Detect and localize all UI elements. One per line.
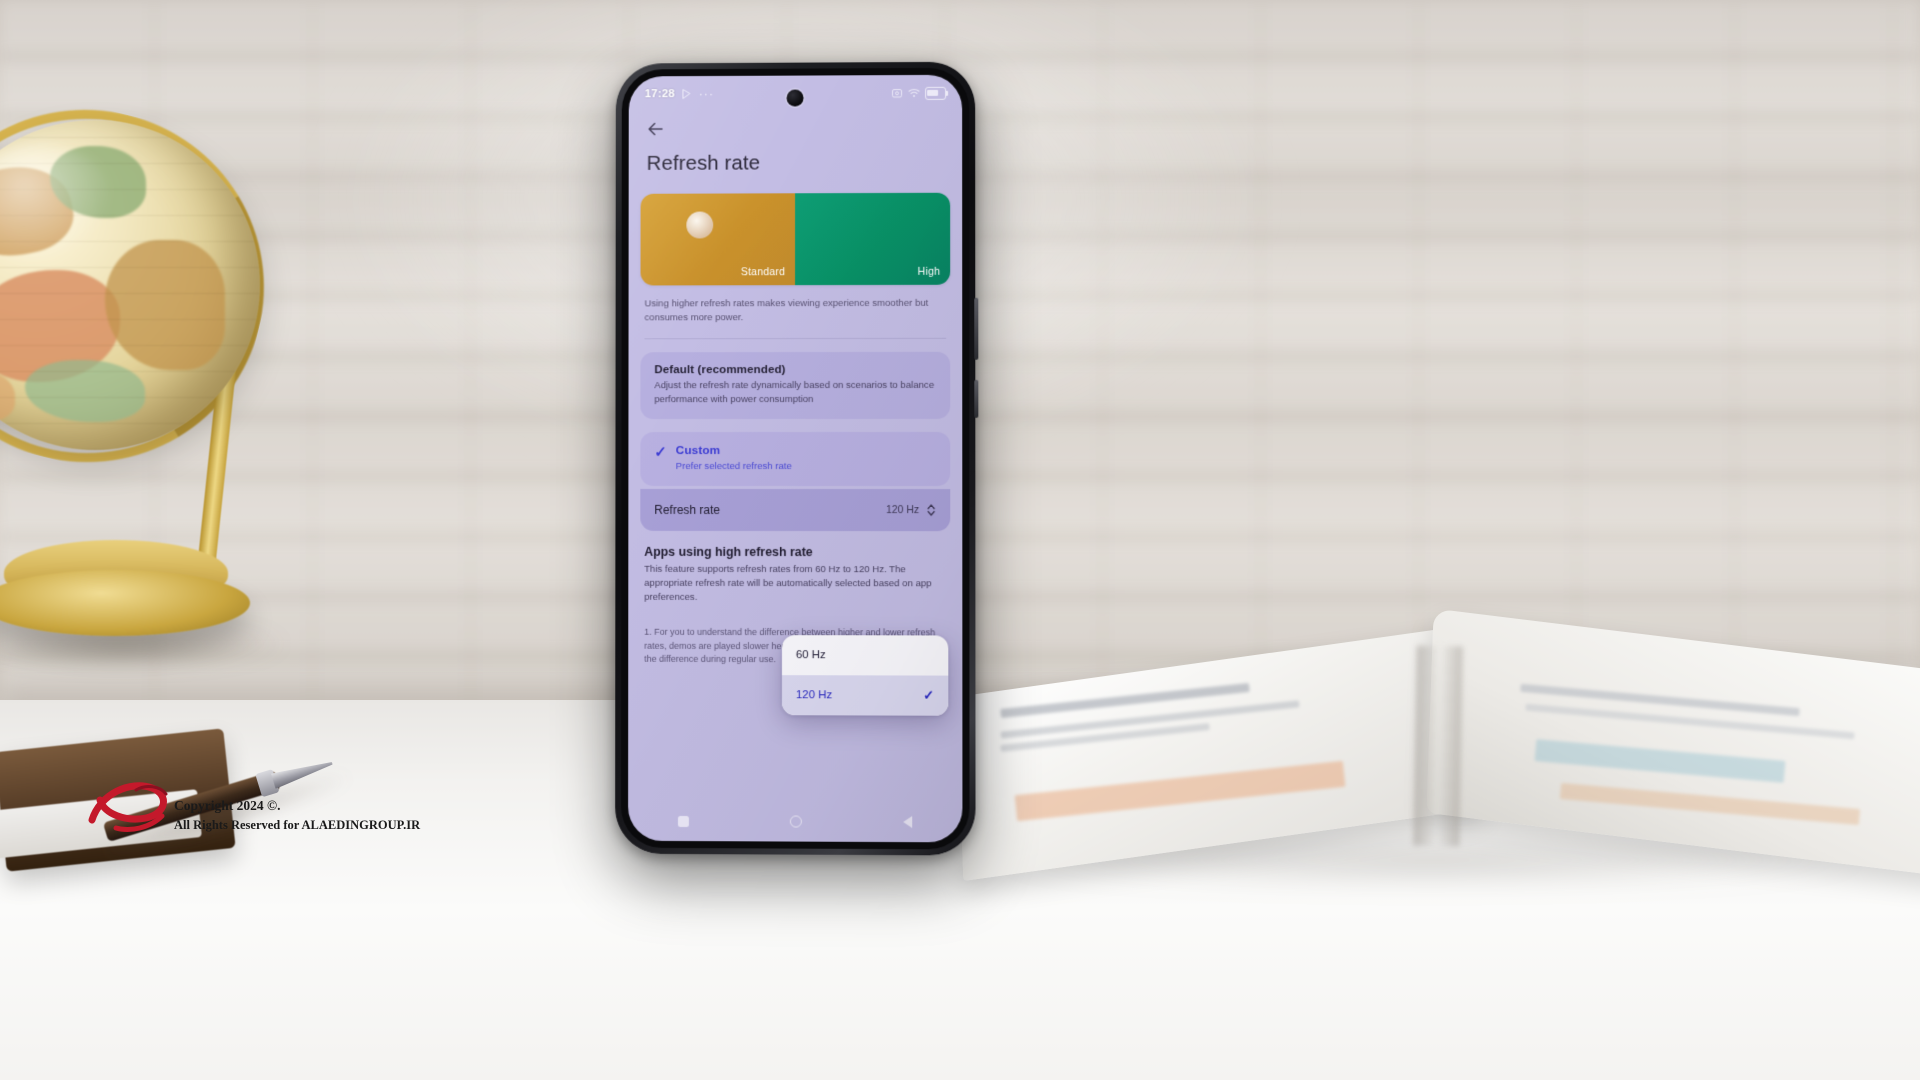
dropdown-check-icon: ✓ bbox=[923, 688, 934, 704]
status-bar-right bbox=[891, 86, 946, 99]
standard-demo-card[interactable]: Standard bbox=[641, 193, 796, 285]
refresh-rate-value-group[interactable]: 120 Hz bbox=[886, 503, 936, 517]
front-camera-punch-hole bbox=[787, 90, 804, 107]
back-triangle-icon[interactable] bbox=[903, 816, 912, 828]
back-row bbox=[629, 111, 962, 140]
power-button[interactable] bbox=[974, 380, 978, 418]
smartphone-device: 17:28 ··· Refresh rate Standard High Usi… bbox=[615, 62, 975, 856]
phone-screen: 17:28 ··· Refresh rate Standard High Usi… bbox=[628, 75, 962, 843]
globe-decoration bbox=[0, 100, 320, 820]
scene-photograph: 17:28 ··· Refresh rate Standard High Usi… bbox=[0, 0, 1920, 1080]
chevron-updown-icon[interactable] bbox=[926, 503, 936, 517]
status-bar-left: 17:28 ··· bbox=[645, 88, 715, 100]
standard-demo-ball bbox=[686, 212, 713, 239]
wifi-icon bbox=[908, 87, 920, 99]
option-default-subtitle: Adjust the refresh rate dynamically base… bbox=[654, 379, 936, 406]
high-demo-card[interactable]: High bbox=[795, 193, 950, 285]
refresh-rate-demo-cards: Standard High bbox=[641, 193, 951, 286]
android-navigation-bar bbox=[628, 801, 962, 843]
volume-button[interactable] bbox=[974, 298, 978, 360]
screenshot-icon bbox=[891, 87, 903, 99]
dropdown-item-120hz[interactable]: 120 Hz ✓ bbox=[782, 675, 948, 716]
refresh-rate-dropdown[interactable]: 60 Hz 120 Hz ✓ bbox=[782, 635, 948, 716]
watermark: Copyright 2024 ©. All Rights Reserved fo… bbox=[86, 770, 546, 870]
magazine-decoration bbox=[960, 600, 1920, 900]
divider bbox=[644, 338, 946, 339]
demo-description: Using higher refresh rates makes viewing… bbox=[644, 297, 946, 325]
status-bar-clock: 17:28 bbox=[645, 88, 675, 100]
refresh-rate-value: 120 Hz bbox=[886, 505, 919, 516]
apps-section-title: Apps using high refresh rate bbox=[644, 545, 946, 559]
refresh-rate-label: Refresh rate bbox=[654, 503, 720, 517]
dropdown-item-120hz-label: 120 Hz bbox=[796, 689, 832, 701]
option-default-title: Default (recommended) bbox=[654, 363, 936, 376]
dropdown-item-60hz[interactable]: 60 Hz bbox=[782, 635, 948, 676]
watermark-line-2: All Rights Reserved for ALAEDINGROUP.IR bbox=[174, 816, 420, 834]
refresh-rate-selector-row[interactable]: Refresh rate 120 Hz bbox=[640, 489, 950, 531]
option-custom-subtitle: Prefer selected refresh rate bbox=[676, 460, 792, 474]
high-demo-label: High bbox=[918, 266, 940, 278]
standard-demo-label: Standard bbox=[741, 266, 785, 278]
magazine-left-page bbox=[957, 624, 1483, 881]
more-dots-icon: ··· bbox=[699, 88, 715, 100]
apps-high-refresh-section: Apps using high refresh rate This featur… bbox=[644, 545, 946, 605]
home-circle-icon[interactable] bbox=[790, 815, 802, 827]
option-default[interactable]: Default (recommended) Adjust the refresh… bbox=[640, 352, 950, 419]
battery-icon bbox=[925, 86, 946, 99]
back-arrow-icon[interactable] bbox=[645, 118, 667, 140]
dropdown-item-60hz-label: 60 Hz bbox=[796, 649, 826, 661]
play-triangle-icon bbox=[681, 88, 693, 100]
option-custom[interactable]: ✓ Custom Prefer selected refresh rate bbox=[640, 432, 950, 486]
magazine-spine bbox=[1413, 646, 1462, 847]
check-icon: ✓ bbox=[654, 445, 667, 460]
recents-square-icon[interactable] bbox=[678, 815, 689, 826]
watermark-line-1: Copyright 2024 ©. bbox=[174, 796, 420, 816]
apps-section-body: This feature supports refresh rates from… bbox=[644, 563, 946, 605]
page-title: Refresh rate bbox=[647, 151, 963, 176]
watermark-text: Copyright 2024 ©. All Rights Reserved fo… bbox=[174, 796, 420, 834]
magazine-right-page bbox=[1427, 609, 1920, 877]
option-custom-title: Custom bbox=[676, 443, 792, 457]
